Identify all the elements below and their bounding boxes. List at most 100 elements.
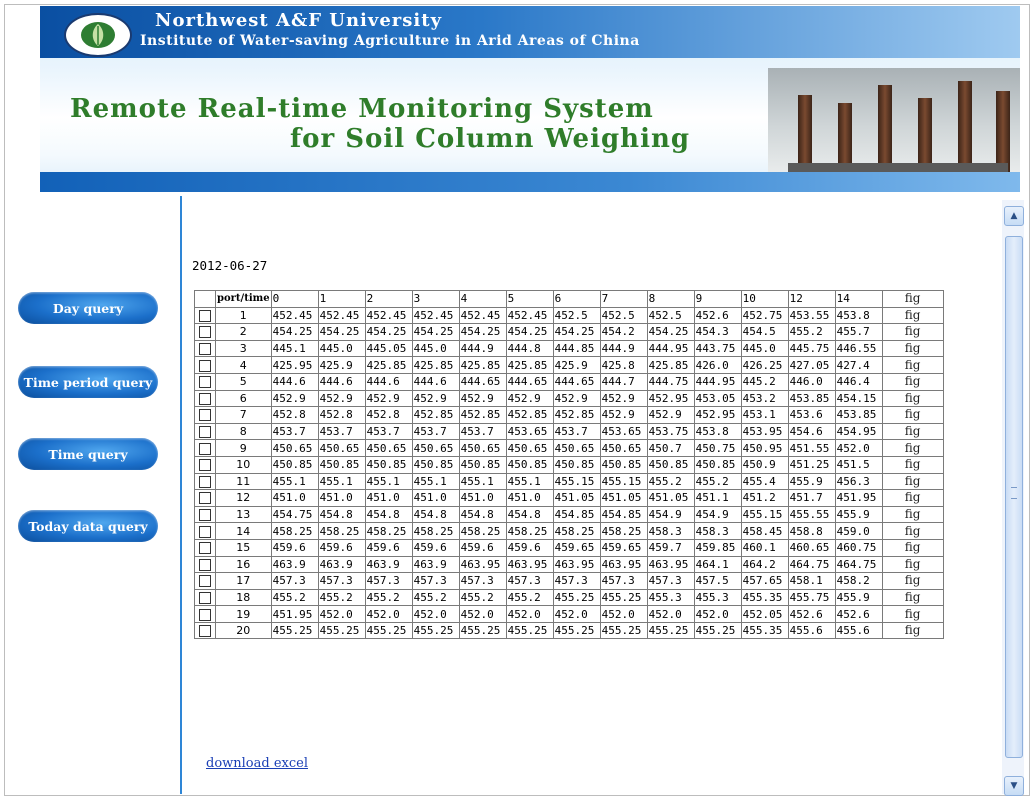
weight-cell: 426.0 <box>693 356 742 374</box>
weight-cell: 455.6 <box>834 621 883 640</box>
fig-link[interactable]: fig <box>881 356 944 374</box>
row-checkbox[interactable] <box>199 343 211 356</box>
weight-cell: 444.6 <box>270 372 319 391</box>
fig-link[interactable]: fig <box>881 472 944 491</box>
fig-link[interactable]: fig <box>881 621 944 640</box>
scrollbar-thumb[interactable] <box>1005 236 1023 758</box>
fig-link[interactable]: fig <box>881 572 944 590</box>
row-checkbox[interactable] <box>199 575 211 588</box>
fig-link[interactable]: fig <box>881 522 944 540</box>
fig-link[interactable]: fig <box>881 339 944 358</box>
time-query-button[interactable]: Time query <box>18 438 158 470</box>
institute-name: Institute of Water-saving Agriculture in… <box>140 33 640 49</box>
fig-link[interactable]: fig <box>881 372 944 391</box>
weight-cell: 463.9 <box>411 555 460 574</box>
fig-link[interactable]: fig <box>881 538 944 557</box>
weight-cell: 450.65 <box>411 439 460 457</box>
weight-cell: 455.25 <box>599 588 648 607</box>
port-cell: 20 <box>215 621 272 640</box>
weight-cell: 450.85 <box>599 455 648 474</box>
row-checkbox[interactable] <box>199 591 211 604</box>
header-hour: 4 <box>458 290 507 308</box>
row-checkbox-cell <box>194 372 216 391</box>
weight-cell: 452.0 <box>317 605 366 623</box>
weight-cell: 455.1 <box>270 472 319 491</box>
weight-cell: 455.2 <box>317 588 366 607</box>
fig-link[interactable]: fig <box>881 306 944 325</box>
header-hour: 2 <box>364 290 413 308</box>
weight-cell: 459.6 <box>505 538 554 557</box>
fig-link[interactable]: fig <box>881 422 944 441</box>
fig-link[interactable]: fig <box>881 323 944 341</box>
port-cell: 14 <box>215 522 272 540</box>
table-row: 16 463.9 463.9 463.9 463.9 463.95 463.95 463.95… <box>194 555 944 574</box>
scroll-down-arrow-icon[interactable]: ▼ <box>1004 776 1024 796</box>
table-row: 9 450.65 450.65 450.65 450.65 450.65 450.65 450… <box>194 439 944 457</box>
fig-link[interactable]: fig <box>881 406 944 424</box>
download-excel-link[interactable]: download excel <box>206 756 308 771</box>
row-checkbox[interactable] <box>199 309 211 322</box>
port-cell: 9 <box>215 439 272 457</box>
weight-cell: 453.1 <box>740 406 789 424</box>
weight-cell: 454.5 <box>740 323 789 341</box>
weight-cell: 452.6 <box>834 605 883 623</box>
row-checkbox[interactable] <box>199 475 211 488</box>
row-checkbox[interactable] <box>199 625 211 638</box>
fig-link[interactable]: fig <box>881 588 944 607</box>
fig-link[interactable]: fig <box>881 455 944 474</box>
row-checkbox[interactable] <box>199 376 211 389</box>
row-checkbox[interactable] <box>199 359 211 372</box>
row-checkbox[interactable] <box>199 426 211 439</box>
fig-link[interactable]: fig <box>881 505 944 524</box>
table-row: 14 458.25 458.25 458.25 458.25 458.25 458.25 45… <box>194 522 944 540</box>
weight-cell: 459.85 <box>693 538 742 557</box>
weight-cell: 452.0 <box>552 605 601 623</box>
weight-cell: 463.95 <box>646 555 695 574</box>
weight-cell: 453.2 <box>740 389 789 408</box>
fig-link[interactable]: fig <box>881 555 944 574</box>
row-checkbox-cell <box>194 339 216 358</box>
weight-cell: 452.5 <box>646 306 695 325</box>
fig-link[interactable]: fig <box>881 389 944 408</box>
row-checkbox[interactable] <box>199 558 211 571</box>
weight-cell: 450.9 <box>740 455 789 474</box>
row-checkbox[interactable] <box>199 442 211 455</box>
fig-link[interactable]: fig <box>881 489 944 507</box>
today-data-query-button[interactable]: Today data query <box>18 510 158 542</box>
port-cell: 17 <box>215 572 272 590</box>
day-query-button[interactable]: Day query <box>18 292 158 324</box>
weight-cell: 455.2 <box>270 588 319 607</box>
row-checkbox[interactable] <box>199 509 211 522</box>
row-checkbox-cell <box>194 356 216 374</box>
port-cell: 5 <box>215 372 272 391</box>
university-logo <box>64 13 132 57</box>
weight-cell: 459.6 <box>270 538 319 557</box>
row-checkbox[interactable] <box>199 525 211 538</box>
weight-cell: 454.85 <box>552 505 601 524</box>
weight-cell: 455.25 <box>458 621 507 640</box>
port-cell: 6 <box>215 389 272 408</box>
row-checkbox[interactable] <box>199 392 211 405</box>
fig-link[interactable]: fig <box>881 605 944 623</box>
row-checkbox[interactable] <box>199 492 211 505</box>
row-checkbox[interactable] <box>199 409 211 422</box>
weight-cell: 425.95 <box>270 356 319 374</box>
weight-cell: 451.0 <box>317 489 366 507</box>
row-checkbox[interactable] <box>199 608 211 621</box>
weight-cell: 455.1 <box>317 472 366 491</box>
weight-cell: 454.25 <box>317 323 366 341</box>
weight-cell: 455.2 <box>505 588 554 607</box>
scroll-up-arrow-icon[interactable]: ▲ <box>1004 206 1024 226</box>
weight-cell: 457.3 <box>599 572 648 590</box>
row-checkbox[interactable] <box>199 459 211 472</box>
port-cell: 4 <box>215 356 272 374</box>
table-header-row: port/time 0 1 2 3 4 5 6 7 8 9 10 12 14 fig <box>194 290 944 308</box>
weight-cell: 452.05 <box>740 605 789 623</box>
weight-cell: 444.95 <box>693 372 742 391</box>
weight-cell: 459.7 <box>646 538 695 557</box>
row-checkbox[interactable] <box>199 326 211 339</box>
time-period-query-button[interactable]: Time period query <box>18 366 158 398</box>
row-checkbox[interactable] <box>199 542 211 555</box>
fig-link[interactable]: fig <box>881 439 944 457</box>
weight-cell: 452.0 <box>646 605 695 623</box>
